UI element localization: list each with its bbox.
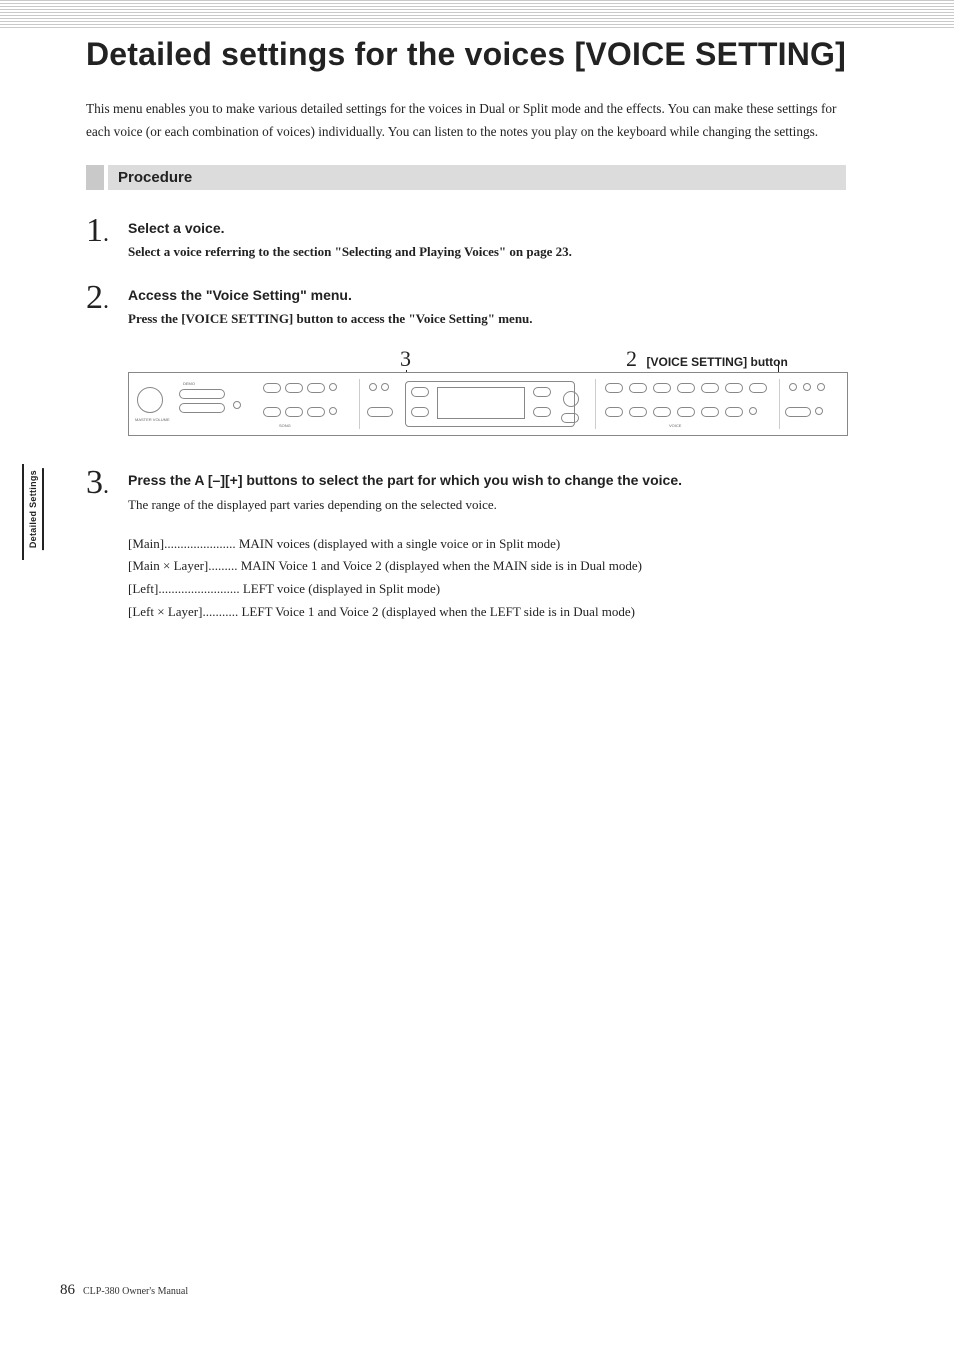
def-dots: ......... xyxy=(208,558,237,573)
panel-label: DEMO xyxy=(183,381,195,386)
panel-button xyxy=(263,407,281,417)
panel-led xyxy=(817,383,825,391)
panel-led xyxy=(815,407,823,415)
panel-voice-button xyxy=(653,383,671,393)
footer-text: CLP-380 Owner's Manual xyxy=(83,1286,188,1297)
panel-voice-button xyxy=(629,383,647,393)
panel-button xyxy=(307,407,325,417)
panel-button xyxy=(561,413,579,423)
panel-contrast-knob xyxy=(563,391,579,407)
step-1-number: 1. xyxy=(86,212,128,248)
panel-button xyxy=(263,383,281,393)
panel-lcd-screen xyxy=(437,387,525,419)
panel-led xyxy=(369,383,377,391)
def-val: LEFT Voice 1 and Voice 2 (displayed when… xyxy=(241,604,635,619)
step-2: 2. Access the "Voice Setting" menu. Pres… xyxy=(86,279,846,330)
def-dots: ........... xyxy=(202,604,238,619)
panel-button-a xyxy=(411,387,429,397)
panel-slider-2 xyxy=(179,389,225,399)
panel-button xyxy=(367,407,393,417)
def-key: [Left] xyxy=(128,581,158,596)
def-val: MAIN Voice 1 and Voice 2 (displayed when… xyxy=(241,558,642,573)
panel-voice-button xyxy=(725,407,743,417)
step-3-paragraph: The range of the displayed part varies d… xyxy=(128,494,846,517)
top-hairlines xyxy=(0,0,954,28)
panel-button xyxy=(307,383,325,393)
intro-paragraph: This menu enables you to make various de… xyxy=(86,98,846,143)
page-number: 86 xyxy=(60,1282,75,1299)
panel-voice-button xyxy=(653,407,671,417)
def-key: [Main] xyxy=(128,536,164,551)
panel-voice-button xyxy=(749,383,767,393)
page-content: Detailed settings for the voices [VOICE … xyxy=(86,34,846,624)
panel-led xyxy=(381,383,389,391)
panel-label: MASTER VOLUME xyxy=(135,417,170,422)
panel-led xyxy=(789,383,797,391)
panel-diagram-wrap: 3 2 [VOICE SETTING] button MASTER VOLUME… xyxy=(128,346,846,436)
section-heading: Procedure xyxy=(86,165,846,190)
panel-led xyxy=(803,383,811,391)
def-val: MAIN voices (displayed with a single voi… xyxy=(239,536,560,551)
panel-voice-button xyxy=(605,407,623,417)
panel-button xyxy=(785,407,811,417)
def-dots: ...................... xyxy=(164,536,236,551)
panel-button xyxy=(285,383,303,393)
panel-voice-button xyxy=(629,407,647,417)
step-1-sub: Select a voice referring to the section … xyxy=(128,242,846,263)
def-key: [Main × Layer] xyxy=(128,558,208,573)
step-2-number: 2. xyxy=(86,279,128,315)
panel-led xyxy=(329,407,337,415)
side-tab-bar xyxy=(22,464,24,560)
step-3-number: 3. xyxy=(86,464,128,500)
step-1-headline: Select a voice. xyxy=(128,220,846,236)
side-tab: Detailed Settings xyxy=(28,470,38,548)
step-2-headline: Access the "Voice Setting" menu. xyxy=(128,287,846,303)
panel-voice-button xyxy=(605,383,623,393)
def-row: [Main × Layer]......... MAIN Voice 1 and… xyxy=(128,555,846,578)
panel-button xyxy=(533,407,551,417)
panel-button xyxy=(411,407,429,417)
definition-list: [Main]...................... MAIN voices… xyxy=(128,533,846,624)
def-val: LEFT voice (displayed in Split mode) xyxy=(243,581,440,596)
panel-button xyxy=(285,407,303,417)
step-3: 3. Press the A [–][+] buttons to select … xyxy=(86,464,846,517)
page-title: Detailed settings for the voices [VOICE … xyxy=(86,34,846,74)
def-row: [Left × Layer]........... LEFT Voice 1 a… xyxy=(128,601,846,624)
section-heading-label: Procedure xyxy=(108,165,846,190)
page-footer: 86 CLP-380 Owner's Manual xyxy=(60,1282,188,1299)
callout-3: 3 xyxy=(400,346,411,372)
def-row: [Main]...................... MAIN voices… xyxy=(128,533,846,556)
step-1: 1. Select a voice. Select a voice referr… xyxy=(86,212,846,263)
panel-voice-button xyxy=(677,407,695,417)
panel-led xyxy=(233,401,241,409)
section-heading-accent xyxy=(86,165,104,190)
def-dots: ......................... xyxy=(158,581,239,596)
callout-2: 2 [VOICE SETTING] button xyxy=(626,346,788,372)
panel-label: VOICE xyxy=(669,423,681,428)
step-3-headline: Press the A [–][+] buttons to select the… xyxy=(128,472,846,488)
panel-button xyxy=(533,387,551,397)
panel-voice-button xyxy=(725,383,743,393)
panel-label: SONG xyxy=(279,423,291,428)
def-row: [Left]......................... LEFT voi… xyxy=(128,578,846,601)
panel-voice-button xyxy=(701,407,719,417)
panel-voice-button xyxy=(701,383,719,393)
control-panel-illustration: MASTER VOLUME DEMO SONG xyxy=(128,372,848,436)
panel-master-knob xyxy=(137,387,163,413)
step-2-sub: Press the [VOICE SETTING] button to acce… xyxy=(128,309,846,330)
panel-voice-button xyxy=(677,383,695,393)
panel-led xyxy=(329,383,337,391)
panel-led xyxy=(749,407,757,415)
callout-2-label: [VOICE SETTING] button xyxy=(647,355,788,369)
panel-slider-1 xyxy=(179,403,225,413)
def-key: [Left × Layer] xyxy=(128,604,202,619)
